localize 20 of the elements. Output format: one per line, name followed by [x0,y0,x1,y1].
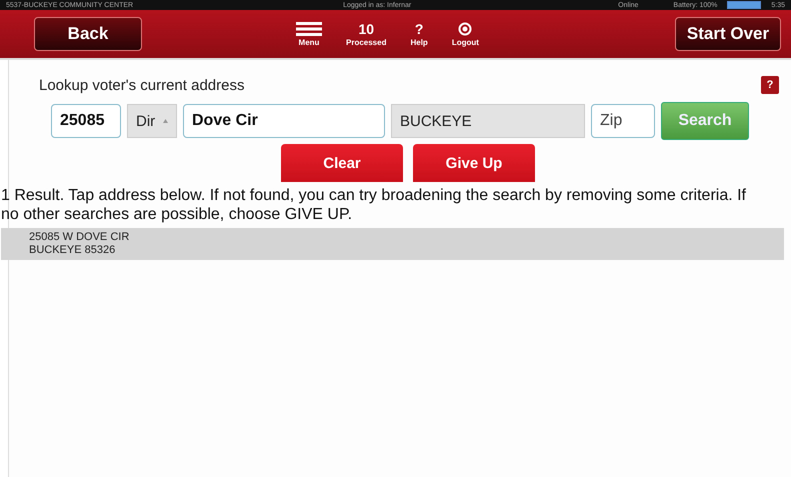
result-message: 1 Result. Tap address below. If not found, you can try broadening the search by removing some criteria. If no other searches are possible, choose GIVE UP. [1,186,747,225]
street-field[interactable]: Dove Cir [183,104,385,138]
result-item[interactable]: 25085 W DOVE CIR BUCKEYE 85326 [1,228,784,260]
help-button[interactable]: ? Help [406,22,432,46]
back-button[interactable]: Back [34,17,142,51]
give-up-button[interactable]: Give Up [413,144,535,182]
start-over-button[interactable]: Start Over [675,17,781,51]
battery-icon [727,1,762,9]
caret-icon [163,119,168,123]
zip-field[interactable]: Zip [591,104,655,138]
menu-icon [296,22,322,36]
lookup-title: Lookup voter's current address [39,76,244,94]
clear-button[interactable]: Clear [281,144,403,182]
house-number-field[interactable]: 25085 [51,104,121,138]
help-button[interactable]: ? [761,76,779,94]
logout-button[interactable]: Logout [448,22,483,46]
city-dropdown[interactable]: BUCKEYE [391,104,585,138]
menu-button[interactable]: Menu [292,22,326,46]
direction-dropdown[interactable]: Dir [127,104,177,138]
processed-button[interactable]: 10 Processed [342,22,390,46]
